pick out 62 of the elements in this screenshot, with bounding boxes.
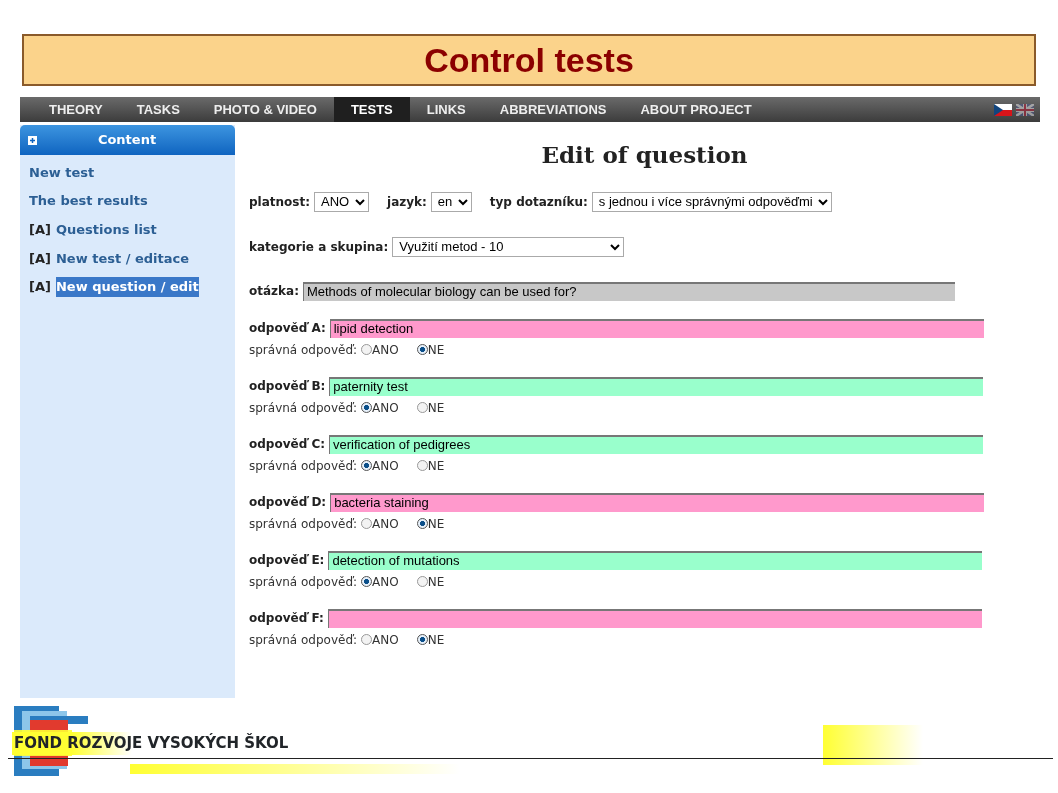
nav-tab[interactable]: LINKS <box>409 97 483 122</box>
slide-title: Control tests <box>22 34 1036 86</box>
radio-option[interactable]: ANO <box>361 630 399 649</box>
answer-field[interactable] <box>327 608 982 628</box>
dropdown[interactable]: ANO <box>314 191 369 212</box>
sidebar-link[interactable]: New test / editace <box>55 248 190 269</box>
nav-tab[interactable]: PHOTO & VIDEO <box>196 97 334 122</box>
radio-option[interactable]: NE <box>416 340 445 359</box>
page-heading: Edit of question <box>540 140 749 170</box>
radio-option[interactable]: NE <box>416 514 445 533</box>
field-label: odpověď A: <box>249 320 326 337</box>
answer-field[interactable]: lipid detection <box>329 318 984 338</box>
nav-tab[interactable]: THEORY <box>32 97 120 122</box>
sidebar-title: Content <box>96 131 158 150</box>
sidebar-link[interactable]: New test <box>29 162 95 183</box>
nav-tab[interactable]: ABOUT PROJECT <box>623 97 769 122</box>
field-label: správná odpověď: <box>249 399 358 417</box>
field-label: odpověď C: <box>249 436 325 453</box>
uk-flag-icon[interactable] <box>1016 103 1034 116</box>
nav-tab[interactable]: TESTS <box>333 97 410 122</box>
sidebar-link[interactable]: Questions list <box>55 219 157 240</box>
radio-option[interactable]: ANO <box>361 572 399 591</box>
field-label: kategorie a skupina: <box>249 238 389 256</box>
radio-option[interactable]: NE <box>416 456 445 475</box>
nav-tab[interactable]: ABBREVIATIONS <box>482 97 624 122</box>
sidebar-link[interactable]: The best results <box>29 191 148 211</box>
radio-option[interactable]: NE <box>416 398 445 417</box>
radio-option[interactable]: ANO <box>361 514 399 533</box>
admin-prefix: [A] <box>29 249 51 268</box>
field-label: odpověď D: <box>249 494 327 511</box>
radio-option[interactable]: NE <box>416 572 445 591</box>
dropdown[interactable]: en <box>430 191 472 212</box>
radio-option[interactable]: NE <box>416 630 445 649</box>
field-label: jazyk: <box>387 193 427 211</box>
field-label: správná odpověď: <box>249 341 358 359</box>
field-label: správná odpověď: <box>249 631 358 649</box>
field-label: typ dotazníku: <box>489 193 588 211</box>
admin-prefix: [A] <box>29 220 51 239</box>
admin-prefix: [A] <box>29 278 51 297</box>
footer-text: FOND ROZVOJE VYSOKÝCH ŠKOL <box>12 732 291 755</box>
field-label: platnost: <box>249 193 310 211</box>
field-label: odpověď B: <box>249 378 326 395</box>
answer-field[interactable]: bacteria staining <box>330 492 985 512</box>
radio-option[interactable]: ANO <box>361 456 399 475</box>
czech-flag-icon[interactable] <box>994 103 1012 116</box>
sidebar-link[interactable]: New question / edit <box>55 277 199 297</box>
dropdown[interactable]: Využití metod - 10 <box>392 236 625 257</box>
nav-tab[interactable]: TASKS <box>119 97 197 122</box>
field-label: odpověď F: <box>249 610 324 627</box>
radio-option[interactable]: ANO <box>361 398 399 417</box>
answer-field[interactable]: detection of mutations <box>328 550 983 570</box>
field-label: správná odpověď: <box>249 457 358 475</box>
field-label: správná odpověď: <box>249 515 358 533</box>
dropdown[interactable]: s jednou i více správnými odpověďmi <box>591 191 832 212</box>
question-field[interactable]: Methods of molecular biology can be used for? <box>302 281 955 301</box>
field-label: otázka: <box>249 283 299 300</box>
field-label: odpověď E: <box>249 552 325 569</box>
answer-field[interactable]: verification of pedigrees <box>329 434 983 454</box>
radio-option[interactable]: ANO <box>361 340 399 359</box>
answer-field[interactable]: paternity test <box>329 376 984 396</box>
field-label: správná odpověď: <box>249 573 358 591</box>
expand-icon[interactable] <box>28 135 37 145</box>
